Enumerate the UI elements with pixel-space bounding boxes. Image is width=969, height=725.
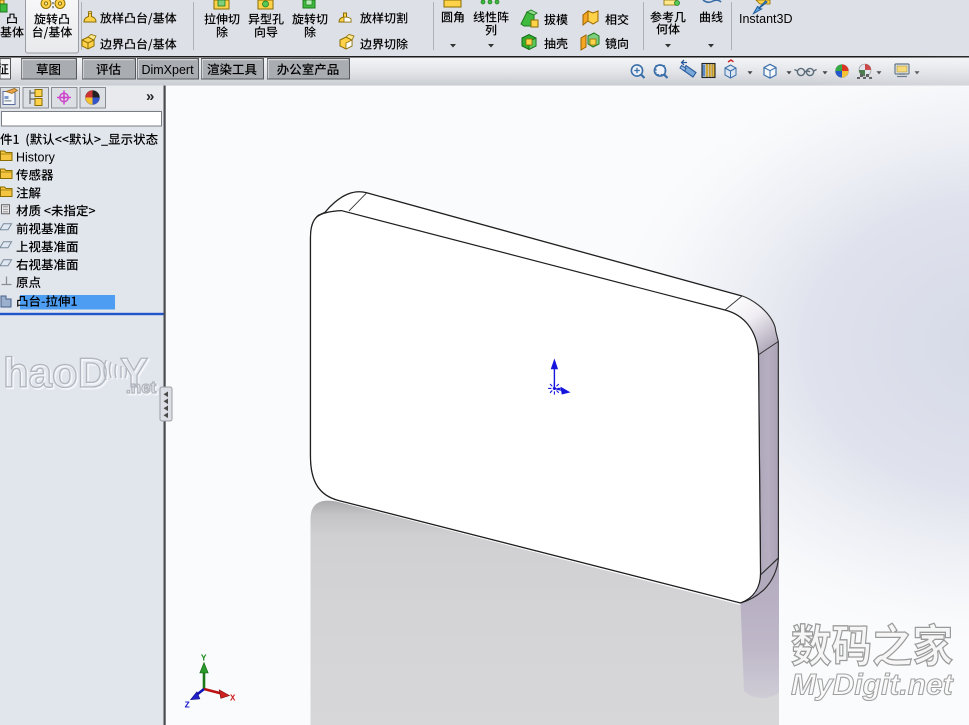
svg-text:X: X [230,694,236,704]
svg-text:History: History [16,151,56,165]
svg-text:Y: Y [201,654,207,664]
svg-text:DimXpert: DimXpert [141,63,194,77]
svg-text:Z: Z [185,701,190,711]
svg-text:»: » [146,88,154,105]
svg-text:.net: .net [126,378,157,397]
svg-text:haoD: haoD [3,349,108,396]
svg-text:Instant3D: Instant3D [739,12,793,26]
svg-text:MyDigit.net: MyDigit.net [791,669,955,702]
